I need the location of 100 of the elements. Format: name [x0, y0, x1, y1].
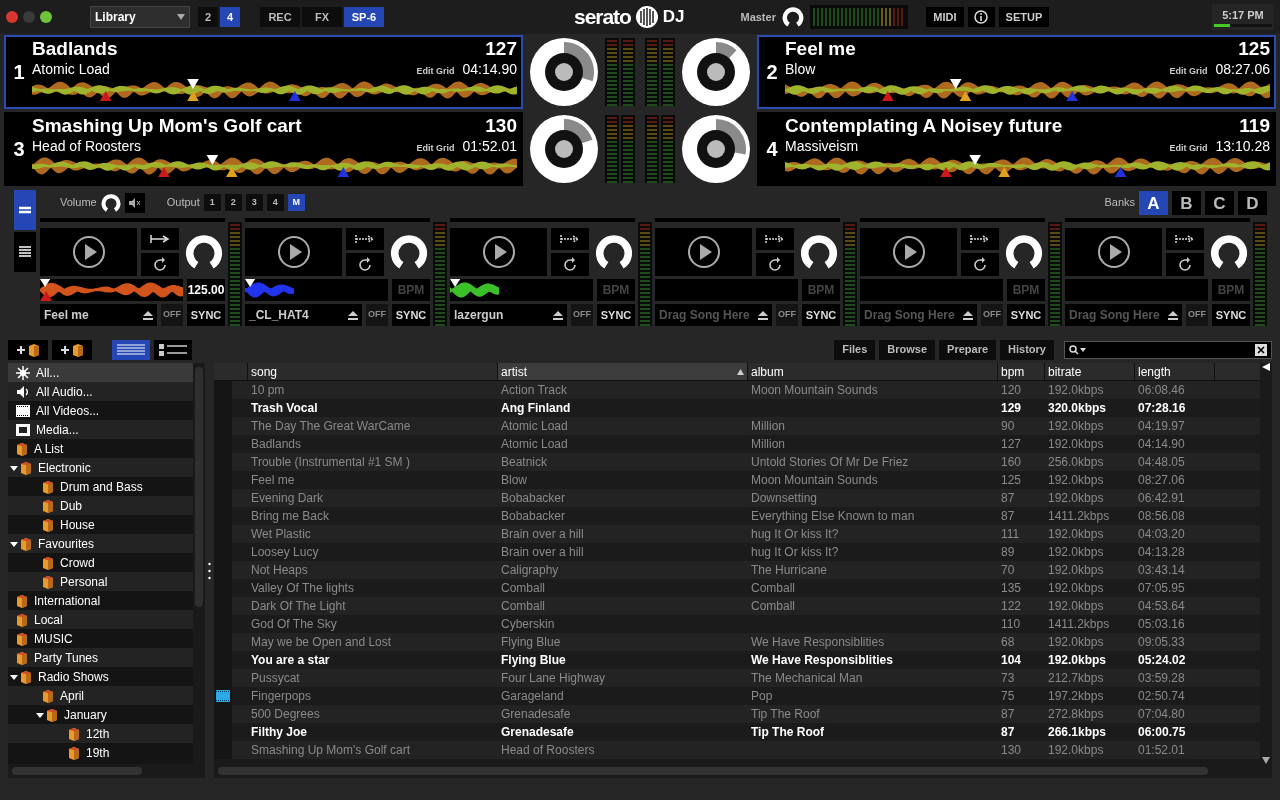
crate-item[interactable]: Favourites — [8, 534, 193, 553]
play-button[interactable] — [245, 228, 342, 276]
search-field[interactable] — [1064, 340, 1272, 359]
off-button[interactable]: OFF — [366, 304, 388, 326]
column-header[interactable]: length — [1135, 363, 1215, 380]
bank-button[interactable]: B — [1172, 190, 1201, 215]
add-crate-button[interactable] — [8, 339, 48, 360]
deck-count-button[interactable]: 2 — [198, 7, 218, 27]
crate-item[interactable]: Personal — [8, 572, 193, 591]
waveform-drawing[interactable] — [785, 155, 1270, 177]
waveform-drawing[interactable] — [32, 155, 517, 177]
crate-item[interactable]: 12th — [8, 724, 193, 743]
info-button[interactable] — [967, 7, 995, 27]
panel-button[interactable]: SP-6 — [344, 7, 384, 27]
bank-button[interactable]: D — [1238, 190, 1267, 215]
eject-icon[interactable] — [758, 310, 768, 320]
track-row[interactable]: The Day The Great WarCame Atomic Load Million 90 192.0kbps 04:19.97 — [214, 417, 1260, 435]
mute-button[interactable] — [124, 192, 145, 213]
edit-grid-link[interactable]: Edit Grid — [1169, 65, 1208, 79]
output-button[interactable]: 3 — [245, 194, 263, 211]
edit-grid-link[interactable]: Edit Grid — [416, 65, 455, 79]
view-mode-button[interactable] — [14, 232, 36, 272]
off-button[interactable]: OFF — [161, 304, 183, 326]
knob-icon[interactable] — [100, 192, 121, 213]
track-row[interactable]: 500 Degrees Grenadesafe Tip The Roof 87 272.8kbps 07:04.80 — [214, 705, 1260, 723]
play-mode-button[interactable] — [141, 228, 179, 250]
close-button[interactable] — [6, 11, 18, 23]
play-mode-button[interactable] — [961, 228, 999, 250]
sync-button[interactable]: SYNC — [597, 304, 635, 326]
knob-icon[interactable] — [595, 233, 633, 271]
panel-button[interactable]: REC — [260, 7, 300, 27]
platter-drawing[interactable] — [680, 36, 752, 108]
track-row[interactable]: Pussycat Four Lane Highway The Mechanical Man 73 212.7kbps 03:59.28 — [214, 669, 1260, 687]
eject-icon[interactable] — [1168, 310, 1178, 320]
output-button[interactable]: 4 — [266, 194, 284, 211]
bank-button[interactable]: A — [1139, 190, 1168, 215]
track-row[interactable]: Not Heaps Caligraphy The Hurricane 70 192.0kbps 03:43.14 — [214, 561, 1260, 579]
repeat-button[interactable] — [141, 253, 179, 276]
crate-item[interactable]: Party Tunes — [8, 648, 193, 667]
column-header[interactable]: bitrate — [1045, 363, 1135, 380]
platter-drawing[interactable] — [528, 36, 600, 108]
repeat-button[interactable] — [756, 253, 794, 276]
vertical-scrollbar[interactable] — [1260, 363, 1272, 764]
edit-grid-link[interactable]: Edit Grid — [1169, 141, 1208, 155]
sync-button[interactable]: SYNC — [1212, 304, 1250, 326]
play-button[interactable] — [860, 228, 957, 276]
knob-icon[interactable] — [1210, 233, 1248, 271]
crate-item[interactable]: All... — [8, 363, 193, 382]
knob-icon[interactable] — [800, 233, 838, 271]
library-view-button[interactable] — [154, 339, 192, 360]
sync-button[interactable]: SYNC — [802, 304, 840, 326]
column-header[interactable]: artist — [498, 363, 748, 380]
knob-icon[interactable] — [781, 6, 804, 28]
horizontal-scrollbar[interactable] — [8, 764, 205, 778]
sample-name-field[interactable]: _CL_HAT4 — [245, 304, 362, 326]
track-row[interactable]: Evening Dark Bobabacker Downsetting 87 192.0kbps 06:42.91 — [214, 489, 1260, 507]
play-mode-button[interactable] — [756, 228, 794, 250]
track-row[interactable]: 10 pm Action Track Moon Mountain Sounds 120 192.0kbps 06:08.46 — [214, 381, 1260, 399]
eject-icon[interactable] — [348, 310, 358, 320]
horizontal-scrollbar[interactable] — [214, 764, 1272, 778]
off-button[interactable]: OFF — [981, 304, 1003, 326]
sync-button[interactable]: SYNC — [392, 304, 430, 326]
library-tab[interactable]: History — [1000, 339, 1054, 360]
track-row[interactable]: Smashing Up Mom's Golf cart Head of Roosters 130 192.0kbps 01:52.01 — [214, 741, 1260, 759]
column-header[interactable]: album — [748, 363, 998, 380]
disclosure-icon[interactable] — [36, 710, 44, 719]
sample-name-field[interactable]: lazergun — [450, 304, 567, 326]
crate-item[interactable]: Local — [8, 610, 193, 629]
setup-button[interactable]: SETUP — [998, 7, 1049, 27]
view-mode-button[interactable] — [14, 190, 36, 230]
disclosure-icon[interactable] — [10, 672, 18, 681]
panel-button[interactable]: FX — [302, 7, 342, 27]
off-button[interactable]: OFF — [776, 304, 798, 326]
zoom-button[interactable] — [40, 11, 52, 23]
crate-item[interactable]: Media... — [8, 420, 193, 439]
repeat-button[interactable] — [346, 253, 384, 276]
sync-button[interactable]: SYNC — [187, 304, 225, 326]
play-mode-button[interactable] — [551, 228, 589, 250]
library-tab[interactable]: Files — [834, 339, 876, 360]
view-dropdown[interactable]: Library — [90, 6, 190, 28]
bank-button[interactable]: C — [1205, 190, 1234, 215]
crate-item[interactable]: Electronic — [8, 458, 193, 477]
eject-icon[interactable] — [553, 310, 563, 320]
play-button[interactable] — [40, 228, 137, 276]
play-button[interactable] — [1065, 228, 1162, 276]
midi-button[interactable]: MIDI — [925, 7, 964, 27]
track-row[interactable]: May we be Open and Lost Flying Blue We Have Responsiblities 68 192.0kbps 09:05.33 — [214, 633, 1260, 651]
platter-drawing[interactable] — [680, 112, 752, 185]
edit-grid-link[interactable]: Edit Grid — [416, 141, 455, 155]
splitter-handle-icon[interactable] — [208, 560, 211, 581]
waveform-drawing[interactable] — [32, 78, 517, 101]
disclosure-icon[interactable] — [10, 463, 18, 472]
library-view-button[interactable] — [112, 339, 150, 360]
knob-icon[interactable] — [185, 233, 223, 271]
vertical-scrollbar[interactable] — [193, 363, 205, 764]
off-button[interactable]: OFF — [1186, 304, 1208, 326]
track-row[interactable]: Dark Of The Light Comball Comball 122 192.0kbps 04:53.64 — [214, 597, 1260, 615]
crate-item[interactable]: Dub — [8, 496, 193, 515]
output-button[interactable]: M — [287, 194, 305, 211]
crate-item[interactable]: April — [8, 686, 193, 705]
